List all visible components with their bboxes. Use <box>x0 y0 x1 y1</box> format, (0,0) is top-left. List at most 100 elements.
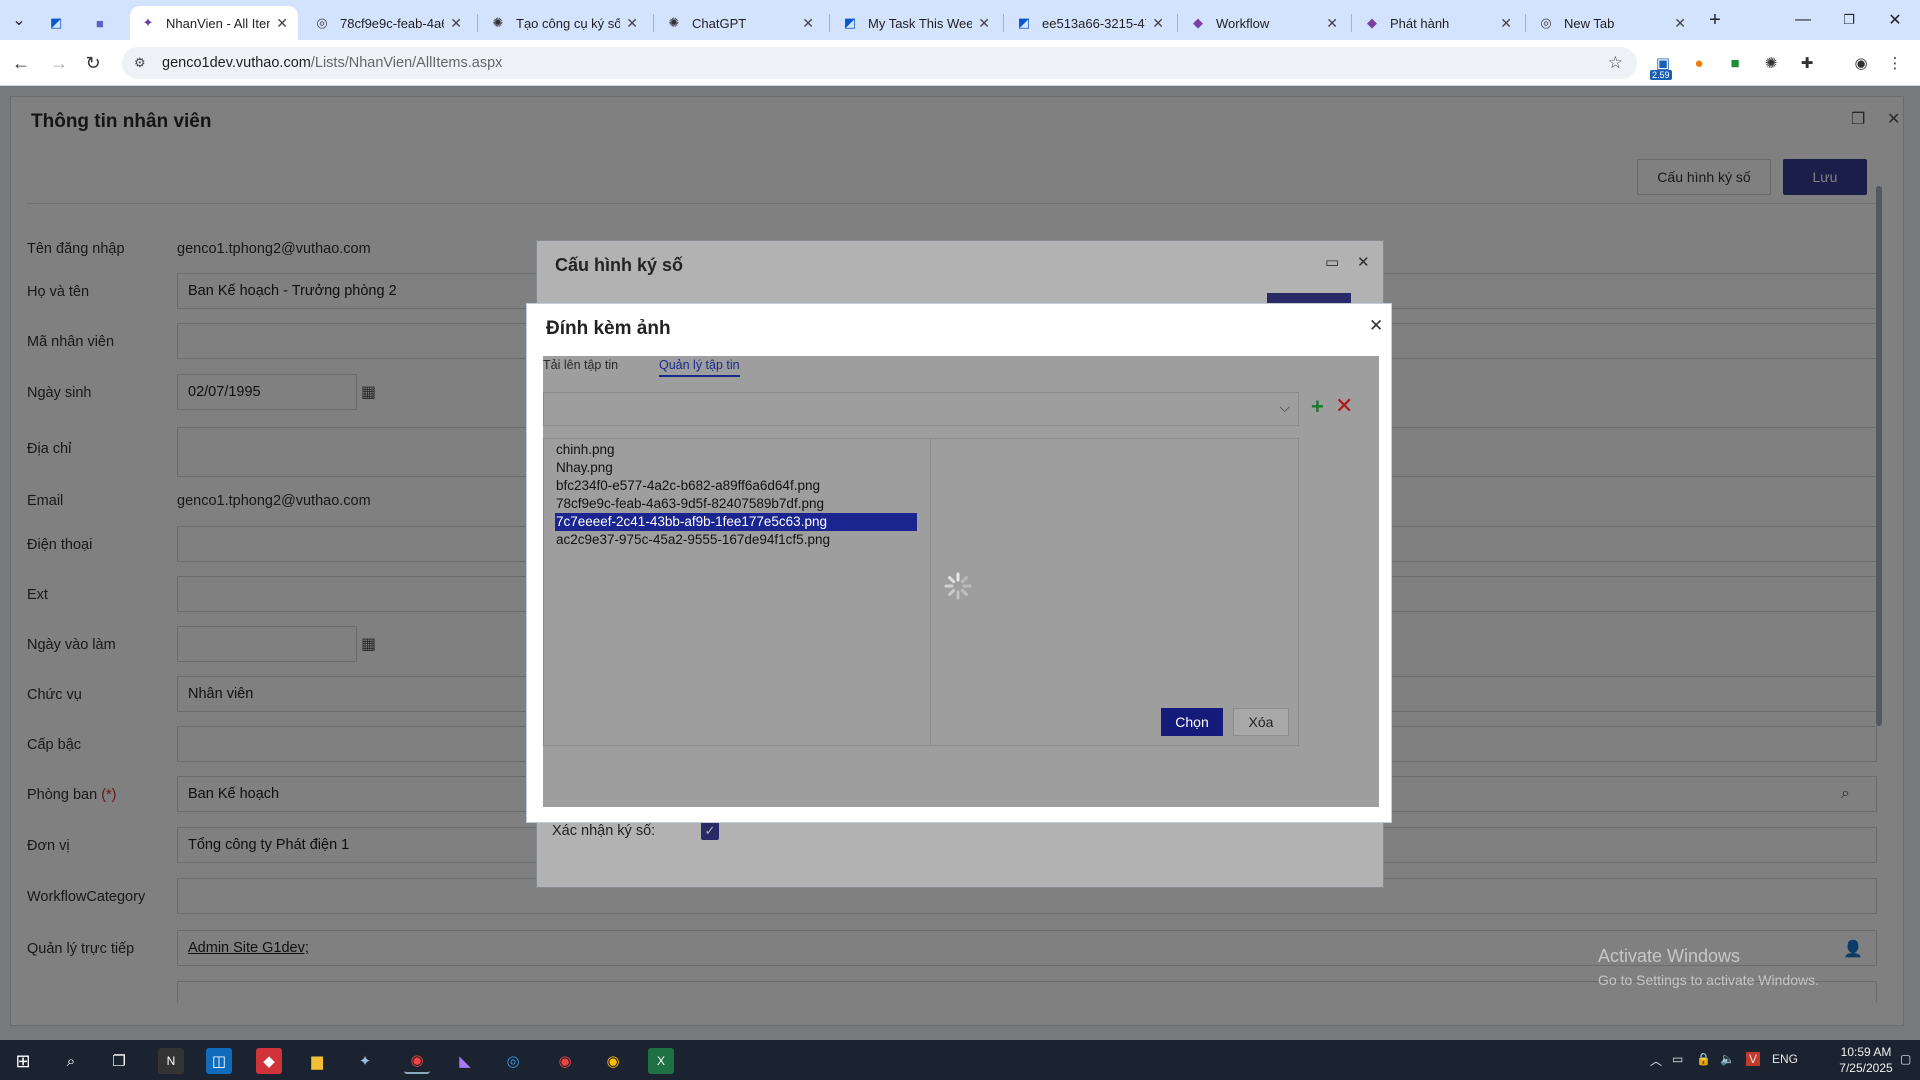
browser-tab-my-task[interactable]: ◩ My Task This Week ✕ <box>832 6 1000 40</box>
file-item[interactable]: Nhay.png <box>555 459 917 477</box>
close-icon[interactable]: ✕ <box>276 15 288 32</box>
clock-date: 7/25/2025 <box>1839 1061 1893 1075</box>
close-icon[interactable]: ✕ <box>626 15 638 32</box>
browser-tab-workflow[interactable]: ◆ Workflow ✕ <box>1180 6 1348 40</box>
window-close-button[interactable]: ✕ <box>1872 0 1918 40</box>
tab-search-icon[interactable]: ⌄ <box>4 0 34 40</box>
delete-folder-icon[interactable]: ✕ <box>1335 393 1353 419</box>
close-icon[interactable]: ✕ <box>1500 15 1512 32</box>
folder-select[interactable]: ⌵ <box>543 392 1299 426</box>
reload-button[interactable]: ↻ <box>80 50 106 76</box>
browser-tab-pinned-1[interactable]: ◩ <box>40 6 76 40</box>
close-icon[interactable]: ✕ <box>802 15 814 32</box>
visio-icon: ◩ <box>1017 15 1031 30</box>
chrome-alt-icon[interactable]: ◉ <box>600 1048 626 1074</box>
close-icon[interactable]: ✕ <box>978 15 990 32</box>
loading-spinner-icon <box>944 572 972 600</box>
forward-button[interactable]: → <box>46 50 72 76</box>
tab-label: NhanVien - All Items <box>166 15 270 31</box>
visio-icon: ◩ <box>843 15 857 30</box>
tab-label: New Tab <box>1564 15 1615 31</box>
tray-chevron-icon[interactable]: ︿ <box>1650 1052 1662 1069</box>
teams-app-icon[interactable]: ◎ <box>500 1048 526 1074</box>
browser-tab-bar: ⌄ ◩ ■ ✦ NhanVien - All Items ✕ ◎ 78cf9e9… <box>0 0 1920 40</box>
network-app-icon[interactable]: ✦ <box>352 1048 378 1074</box>
new-tab-button[interactable]: + <box>1690 0 1740 40</box>
teams-icon: ■ <box>96 15 104 31</box>
bookmark-icon: ◆ <box>1193 15 1203 30</box>
extension-orange-icon[interactable]: ● <box>1688 52 1710 74</box>
close-icon[interactable]: ✕ <box>1326 15 1338 32</box>
profile-icon[interactable]: ◉ <box>1850 52 1872 74</box>
star-icon[interactable]: ☆ <box>1608 53 1623 73</box>
outlook-icon[interactable]: ◫ <box>206 1048 232 1074</box>
file-item-selected[interactable]: 7c7eeeef-2c41-43bb-af9b-1fee177e5c63.png <box>555 513 917 531</box>
tab-manage-files[interactable]: Quản lý tập tin <box>659 358 740 377</box>
extension-chatgpt-icon[interactable]: ✺ <box>1760 52 1782 74</box>
search-icon[interactable]: ⌕ <box>58 1048 84 1074</box>
browser-tab-pinned-2[interactable]: ■ <box>86 6 122 40</box>
delete-button[interactable]: Xóa <box>1233 708 1289 736</box>
image-preview <box>931 438 1299 746</box>
clock[interactable]: 10:59 AM 7/25/2025 <box>1836 1044 1896 1076</box>
visual-studio-icon[interactable]: ◣ <box>452 1048 478 1074</box>
chrome-icon[interactable]: ◉ <box>404 1048 430 1074</box>
file-item[interactable]: 78cf9e9c-feab-4a63-9d5f-82407589b7df.png <box>555 495 917 513</box>
choose-button[interactable]: Chọn <box>1161 708 1223 736</box>
file-item[interactable]: ac2c9e37-975c-45a2-9555-167de94f1cf5.png <box>555 531 917 549</box>
clock-time: 10:59 AM <box>1840 1045 1892 1059</box>
tab-upload[interactable]: Tải lên tập tin <box>543 358 618 372</box>
close-icon[interactable]: ✕ <box>450 15 462 32</box>
url-field[interactable]: ⚙ genco1dev.vuthao.com/Lists/NhanVien/Al… <box>122 47 1637 79</box>
menu-icon[interactable]: ⋮ <box>1884 52 1906 74</box>
browser-tab-cong-cu[interactable]: ✺ Tạo công cụ ký số ✕ <box>480 6 648 40</box>
lock-icon[interactable]: 🔒 <box>1696 1052 1711 1066</box>
taskbar: ⊞ ⌕ ❐ N ◫ ◆ ▆ ✦ ◉ ◣ ◎ ◉ ◉ X ︿ ▭ 🔒 🔈 V EN… <box>0 1040 1920 1080</box>
visio-icon: ◩ <box>50 15 63 30</box>
browser-tab-chatgpt[interactable]: ✺ ChatGPT ✕ <box>656 6 824 40</box>
close-icon[interactable]: ✕ <box>1674 15 1686 32</box>
tab-label: Workflow <box>1216 15 1270 31</box>
file-explorer-icon[interactable]: ▆ <box>304 1048 330 1074</box>
tab-label: My Task This Week <box>868 15 973 31</box>
minimize-button[interactable]: — <box>1780 0 1826 40</box>
tab-label: 78cf9e9c-feab-4a63 <box>340 15 445 31</box>
add-folder-icon[interactable]: + <box>1311 394 1324 420</box>
browser-tab-new-tab[interactable]: ◎ New Tab ✕ <box>1528 6 1696 40</box>
activation-watermark: Activate Windows <box>1598 946 1741 966</box>
app-red-icon[interactable]: ◆ <box>256 1048 282 1074</box>
file-item[interactable]: chinh.png <box>555 441 917 459</box>
chevron-down-icon: ⌵ <box>1279 399 1290 415</box>
file-item[interactable]: bfc234f0-e577-4a2c-b682-a89ff6a6d64f.png <box>555 477 917 495</box>
vietkey-icon[interactable]: V <box>1746 1052 1761 1066</box>
address-bar: ← → ↻ ⚙ genco1dev.vuthao.com/Lists/NhanV… <box>0 40 1920 86</box>
chrome-profile-icon[interactable]: ◉ <box>552 1048 578 1074</box>
network-icon[interactable]: ▭ <box>1672 1052 1683 1066</box>
browser-tab-phat-hanh[interactable]: ◆ Phát hành ✕ <box>1354 6 1522 40</box>
tab-label: ee513a66-3215-47 <box>1042 15 1147 31</box>
language-indicator[interactable]: ENG <box>1772 1052 1798 1066</box>
restore-button[interactable]: ❐ <box>1826 0 1872 40</box>
close-icon[interactable]: ✕ <box>1152 15 1164 32</box>
extensions-puzzle-icon[interactable]: ✚ <box>1796 52 1818 74</box>
browser-tab-guid[interactable]: ◎ 78cf9e9c-feab-4a63 ✕ <box>304 6 472 40</box>
excel-icon[interactable]: X <box>648 1048 674 1074</box>
site-info-icon[interactable]: ⚙ <box>134 55 152 71</box>
extension-badge: 2.59 <box>1650 70 1672 80</box>
url-host: genco1dev.vuthao.com <box>162 55 311 71</box>
browser-tab-guid-2[interactable]: ◩ ee513a66-3215-47 ✕ <box>1006 6 1174 40</box>
volume-icon[interactable]: 🔈 <box>1720 1052 1735 1066</box>
start-icon[interactable]: ⊞ <box>10 1048 36 1074</box>
extension-green-icon[interactable]: ■ <box>1724 52 1746 74</box>
notion-icon[interactable]: N <box>158 1048 184 1074</box>
back-button[interactable]: ← <box>8 50 34 76</box>
notifications-icon[interactable]: ▢ <box>1900 1052 1911 1066</box>
dialog-title: Đính kèm ảnh <box>546 318 671 339</box>
attach-image-dialog: Đính kèm ảnh ✕ Tải lên tập tin Quản lý t… <box>526 303 1392 823</box>
task-view-icon[interactable]: ❐ <box>106 1048 132 1074</box>
activation-watermark-sub: Go to Settings to activate Windows. <box>1598 972 1819 988</box>
tab-label: ChatGPT <box>692 15 747 31</box>
sharepoint-icon: ✦ <box>142 15 154 30</box>
browser-tab-nhanvien[interactable]: ✦ NhanVien - All Items ✕ <box>130 6 298 40</box>
close-icon[interactable]: ✕ <box>1369 316 1383 336</box>
